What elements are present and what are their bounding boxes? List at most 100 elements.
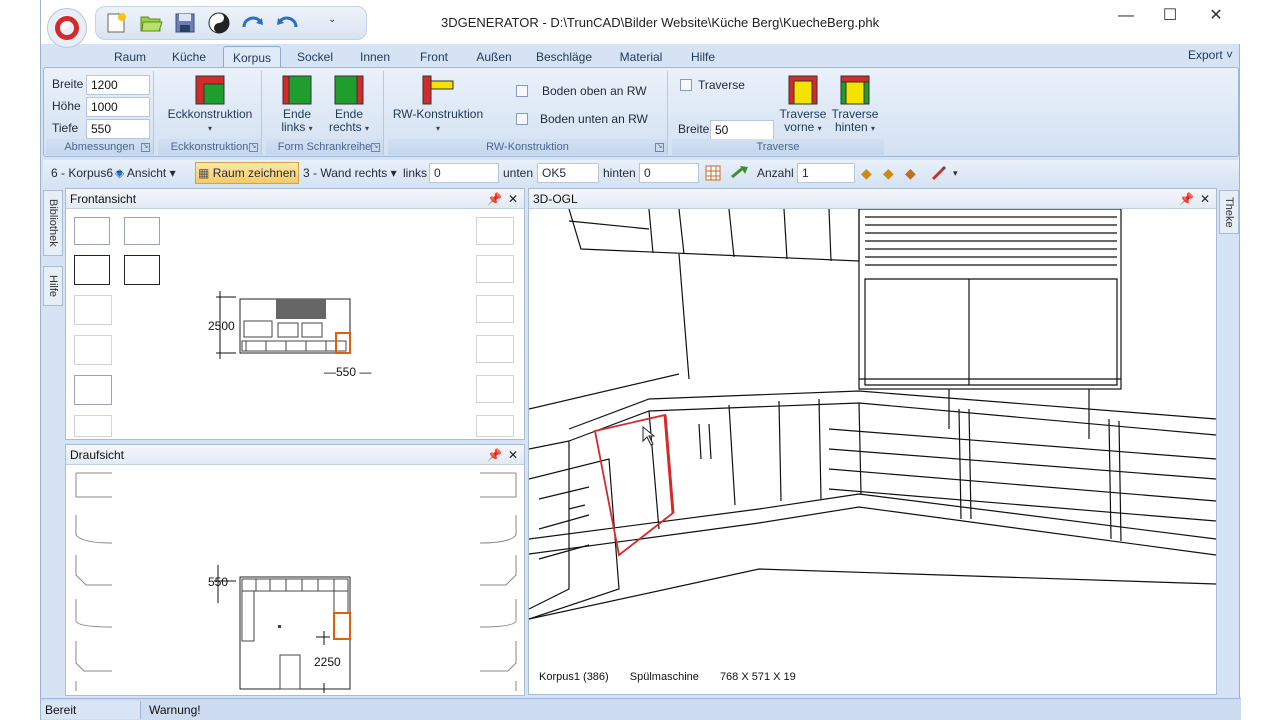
- status-bar: Bereit Warnung!: [41, 698, 1241, 720]
- sidetab-hilfe[interactable]: Hilfe: [43, 266, 63, 306]
- tab-sockel[interactable]: Sockel: [289, 46, 341, 68]
- wand-dropdown[interactable]: 3 - Wand rechts ▾: [303, 160, 397, 186]
- new-icon[interactable]: [102, 9, 132, 37]
- traverse-checkbox[interactable]: [680, 79, 692, 91]
- hinten-field[interactable]: 0: [639, 163, 699, 183]
- traverse-hinten-label-2: hinten: [834, 120, 868, 134]
- tab-front[interactable]: Front: [409, 46, 459, 68]
- rw-konstruktion-button[interactable]: RW-Konstruktion ▾: [390, 75, 486, 135]
- library-thumbnail[interactable]: [476, 255, 514, 283]
- tab-korpus[interactable]: Korpus: [223, 46, 281, 68]
- links-field[interactable]: 0: [429, 163, 499, 183]
- tab-beschlaege[interactable]: Beschläge: [531, 46, 597, 68]
- close-button[interactable]: ✕: [1196, 6, 1236, 28]
- floor-plan-drawing[interactable]: [206, 561, 376, 695]
- traverse-vorne-label-1: Traverse: [779, 107, 827, 121]
- library-thumbnail[interactable]: [74, 415, 112, 437]
- library-thumbnail[interactable]: [74, 375, 112, 405]
- traverse-hinten-button[interactable]: Traverse hinten ▾: [830, 75, 880, 135]
- sidetab-theke[interactable]: Theke: [1219, 190, 1239, 234]
- redo-icon[interactable]: [238, 9, 268, 37]
- status-warning[interactable]: Warnung!: [145, 701, 345, 719]
- breite-field[interactable]: 1200: [86, 75, 150, 95]
- tab-aussen[interactable]: Außen: [467, 46, 521, 68]
- toolbar-overflow[interactable]: ▾: [953, 160, 958, 186]
- traverse-vorne-label-2: vorne: [784, 120, 815, 134]
- tab-material[interactable]: Material: [609, 46, 673, 68]
- selection-info: Korpus1 (386) Spülmaschine 768 X 571 X 1…: [539, 671, 814, 683]
- tab-hilfe[interactable]: Hilfe: [681, 46, 725, 68]
- arrow-tool-icon[interactable]: [731, 165, 748, 181]
- breite-label: Breite: [52, 77, 84, 91]
- library-thumbnail[interactable]: [74, 335, 112, 365]
- cabinet-copy-icon[interactable]: ◆: [883, 165, 899, 181]
- korpus-selector-label: 6 - Korpus6: [51, 166, 114, 180]
- library-thumbnail[interactable]: [476, 375, 514, 403]
- close-panel-icon[interactable]: ✕: [1200, 189, 1210, 209]
- pin-icon[interactable]: 📌: [487, 189, 502, 209]
- dialog-launcher-icon[interactable]: ↘: [371, 143, 380, 152]
- traverse-vorne-button[interactable]: Traverse vorne ▾: [778, 75, 828, 135]
- library-thumbnail[interactable]: [124, 255, 160, 285]
- tab-innen[interactable]: Innen: [347, 46, 403, 68]
- hoehe-field[interactable]: 1000: [86, 97, 150, 117]
- library-thumbnail[interactable]: [74, 255, 110, 285]
- boden-oben-checkbox[interactable]: [516, 85, 528, 97]
- library-thumbnail[interactable]: [124, 217, 160, 245]
- pin-icon[interactable]: 📌: [1179, 189, 1194, 209]
- tab-raum[interactable]: Raum: [103, 46, 157, 68]
- korpus-selector[interactable]: 6 - Korpus6 ▾: [51, 160, 122, 186]
- library-thumbnail[interactable]: [74, 217, 110, 245]
- cabinet-add-icon[interactable]: ◆: [861, 165, 877, 181]
- traverse-breite-field[interactable]: 50: [710, 120, 774, 140]
- boden-unten-checkbox[interactable]: [516, 113, 528, 125]
- library-thumbnail[interactable]: [476, 415, 514, 437]
- eckkonstruktion-button[interactable]: Eckkonstruktion ▾: [162, 75, 258, 135]
- dialog-launcher-icon[interactable]: ↘: [655, 143, 664, 152]
- grid-icon[interactable]: [705, 165, 721, 181]
- links-label: links: [403, 166, 428, 180]
- library-thumbnail[interactable]: [476, 335, 514, 363]
- tiefe-field[interactable]: 550: [86, 119, 150, 139]
- outer-background-right: [1240, 0, 1280, 720]
- close-panel-icon[interactable]: ✕: [508, 445, 518, 465]
- dialog-launcher-icon[interactable]: ↘: [249, 143, 258, 152]
- minimize-button[interactable]: —: [1106, 6, 1146, 28]
- library-thumbnail[interactable]: [74, 295, 112, 325]
- tab-kueche[interactable]: Küche: [163, 46, 215, 68]
- ende-links-button[interactable]: Ende links ▾: [272, 75, 322, 135]
- pin-icon[interactable]: 📌: [487, 445, 502, 465]
- maximize-button[interactable]: ☐: [1150, 6, 1190, 28]
- draufsicht-title-bar: Draufsicht 📌 ✕: [66, 445, 524, 465]
- unten-field[interactable]: OK5: [537, 163, 599, 183]
- ende-rechts-button[interactable]: Ende rechts ▾: [324, 75, 374, 135]
- group-label-traverse: Traverse: [672, 139, 884, 155]
- rw-konstruktion-icon: [422, 75, 454, 105]
- tiefe-label: Tiefe: [52, 121, 79, 135]
- traverse-breite-label: Breite: [678, 122, 710, 136]
- truncad-logo-icon: [55, 16, 79, 40]
- anzahl-field[interactable]: 1: [797, 163, 855, 183]
- kitchen-3d-wireframe[interactable]: [529, 209, 1216, 669]
- app-menu-button[interactable]: [47, 8, 87, 48]
- dialog-launcher-icon[interactable]: ↘: [141, 143, 150, 152]
- traverse-hinten-icon: [840, 75, 870, 105]
- sidetab-bibliothek[interactable]: Bibliothek: [43, 190, 63, 256]
- undo-icon[interactable]: [272, 9, 302, 37]
- yin-yang-icon[interactable]: [204, 9, 234, 37]
- export-menu[interactable]: Export ˅: [1188, 48, 1233, 62]
- group-label-form-schrankreihe: Form Schrankreihe: [266, 139, 383, 155]
- pencil-icon[interactable]: [931, 165, 947, 181]
- corner-profile-thumbnails-left[interactable]: [74, 471, 114, 693]
- corner-profile-thumbnails-right[interactable]: [478, 471, 518, 693]
- save-icon[interactable]: [170, 9, 200, 37]
- qat-customize-dropdown[interactable]: ⌄: [328, 14, 336, 25]
- cabinet-move-icon[interactable]: ◆: [905, 165, 921, 181]
- ansicht-dropdown[interactable]: ◈ Ansicht ▾: [115, 160, 176, 186]
- close-panel-icon[interactable]: ✕: [508, 189, 518, 209]
- library-thumbnail[interactable]: [476, 217, 514, 245]
- open-icon[interactable]: [136, 9, 166, 37]
- library-thumbnail[interactable]: [476, 295, 514, 323]
- top-width-dimension: 2250: [314, 655, 341, 669]
- raum-zeichnen-button[interactable]: ▦ Raum zeichnen: [195, 162, 299, 184]
